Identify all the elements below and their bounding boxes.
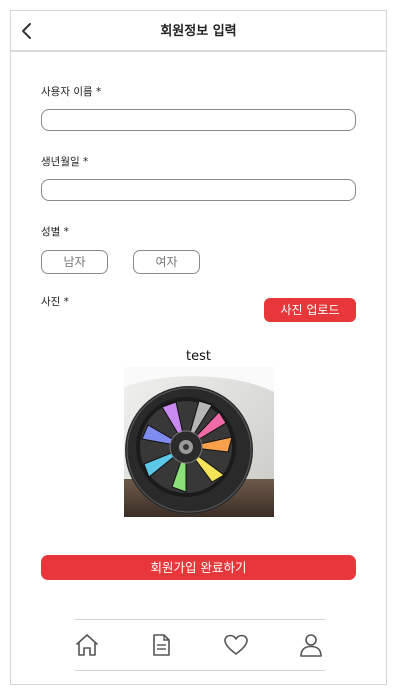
home-icon[interactable] (73, 631, 101, 659)
page-title: 회원정보 입력 (160, 24, 237, 39)
nav-divider (75, 670, 325, 671)
gender-label: 성별 * (41, 226, 69, 238)
photo-caption: test (186, 349, 211, 364)
birth-label: 생년월일 * (41, 156, 89, 168)
nav-divider (75, 619, 325, 620)
app-header: 회원정보 입력 (11, 11, 386, 52)
gender-female-button[interactable]: 여자 (133, 250, 200, 274)
name-input[interactable] (41, 109, 356, 131)
uploaded-photo (124, 367, 274, 517)
name-label: 사용자 이름 * (41, 86, 102, 98)
photo-label: 사진 * (41, 296, 69, 308)
document-icon[interactable] (147, 631, 175, 659)
photo-upload-button[interactable]: 사진 업로드 (264, 298, 356, 322)
birth-input[interactable] (41, 179, 356, 201)
heart-icon[interactable] (222, 631, 250, 659)
signup-complete-button[interactable]: 회원가입 완료하기 (41, 555, 356, 580)
app-frame: 회원정보 입력 사용자 이름 * 생년월일 * 성별 * 남자 여자 사진 * … (10, 10, 387, 685)
gender-male-button[interactable]: 남자 (41, 250, 108, 274)
user-icon[interactable] (297, 631, 325, 659)
